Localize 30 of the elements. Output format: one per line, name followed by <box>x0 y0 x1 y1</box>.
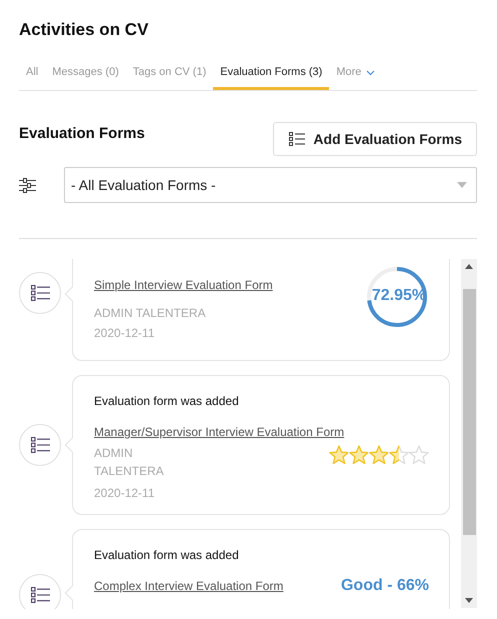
page-title: Activities on CV <box>19 20 150 40</box>
list-icon <box>19 574 61 609</box>
activity-date: 2020-12-11 <box>94 486 156 500</box>
list-icon <box>19 272 61 314</box>
activity-heading: Evaluation form was added <box>94 548 240 562</box>
scroll-down-icon[interactable] <box>465 598 473 603</box>
star-icon <box>329 445 349 465</box>
section-title: Evaluation Forms <box>19 125 145 142</box>
score-percent: 72.95% <box>370 287 428 305</box>
scroll-up-icon[interactable] <box>465 264 473 269</box>
form-link[interactable]: Manager/Supervisor Interview Evaluation Form <box>94 425 429 439</box>
star-icon <box>349 445 369 465</box>
activity-heading: Evaluation form was added <box>94 394 240 408</box>
activity-date: 2020-12-11 <box>94 326 156 340</box>
form-link[interactable]: Complex Interview Evaluation Form <box>94 579 341 593</box>
author-name: ADMIN TALENTERA <box>94 306 207 320</box>
tab[interactable]: Evaluation Forms (3) <box>213 66 330 90</box>
sliders-icon <box>19 178 36 192</box>
list-icon <box>289 132 306 146</box>
add-evaluation-forms-button[interactable]: Add Evaluation Forms <box>273 122 477 156</box>
star-icon <box>369 445 389 465</box>
author-name: ADMIN TALENTERA <box>94 445 165 480</box>
evaluation-form-dropdown[interactable]: - All Evaluation Forms - <box>64 167 477 203</box>
caret-down-icon <box>457 182 467 188</box>
form-link[interactable]: Simple Interview Evaluation Form <box>94 278 365 292</box>
score-rating: Good - 66% <box>340 577 429 595</box>
scrollbar[interactable] <box>461 259 477 608</box>
star-icon <box>409 445 429 465</box>
list-icon <box>19 424 61 466</box>
star-icon <box>389 445 409 465</box>
